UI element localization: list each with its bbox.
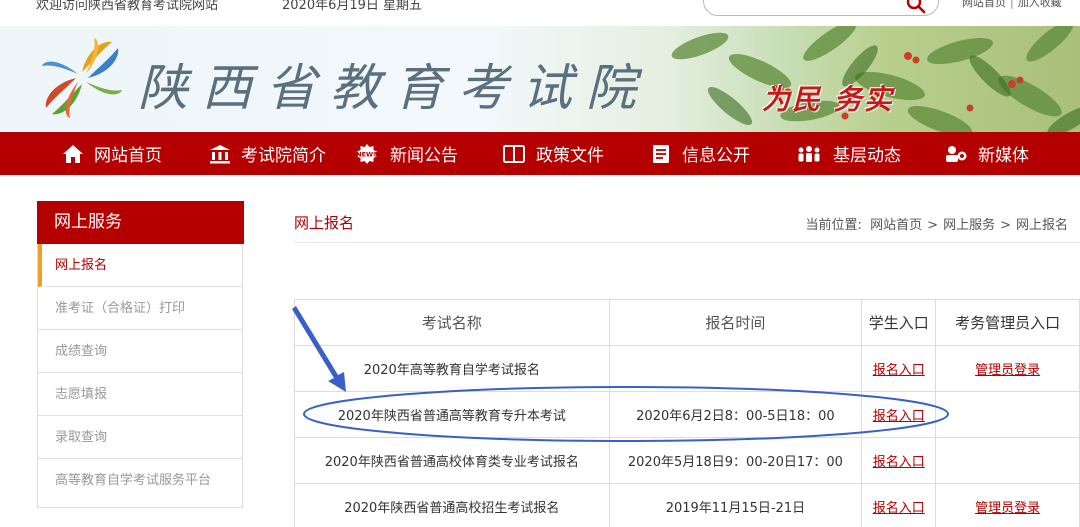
breadcrumb-item-home[interactable]: 网站首页 [870,218,922,233]
top-links: 网站首页 | 加入收藏 [962,0,1062,10]
home-icon [63,144,83,163]
student-entry-link[interactable]: 报名入口 [873,409,925,424]
sidebar-item-application[interactable]: 志愿填报 [38,373,242,416]
breadcrumb-arrow: > [1000,218,1011,233]
nav-item-about[interactable]: 考试院简介 [209,132,326,175]
table-row: 2020年陕西省普通高校体育类专业考试报名 2020年5月18日9：00-20日… [294,437,1080,484]
sidebar-title: 网上服务 [37,201,244,244]
institution-icon [210,144,230,163]
date-text: 2020年6月19日 星期五 [282,0,423,13]
nav-item-disclosure[interactable]: 信息公开 [650,132,750,175]
header-exam-name: 考试名称 [294,299,610,346]
admin-entry-cell: 管理员登录 [935,483,1080,527]
registration-time-cell: 2020年6月2日8：00-5日18：00 [608,391,863,438]
title-divider [294,242,1080,243]
nav-item-policy[interactable]: 政策文件 [502,132,604,175]
slogan: 为民 务实 [762,83,894,116]
logo-icon [42,38,122,118]
sidebar-item-online-registration[interactable]: 网上报名 [38,244,242,287]
header-registration-time: 报名时间 [608,299,863,346]
sidebar-item-score-query[interactable]: 成绩查询 [38,330,242,373]
admin-entry-cell [935,437,1080,484]
book-icon [503,144,525,163]
nav-item-label: 考试院简介 [241,146,326,166]
registration-table: 考试名称 报名时间 学生入口 考务管理员入口 2020年高等教育自学考试报名 报… [294,299,1080,527]
breadcrumb-item-current: 网上报名 [1015,218,1068,233]
exam-name-cell: 2020年高等教育自学考试报名 [294,345,610,392]
sidebar-item-admission-query[interactable]: 录取查询 [38,416,242,459]
nav-item-label: 新媒体 [978,146,1029,166]
breadcrumb-arrow: > [927,218,939,233]
breadcrumb-prefix: 当前位置: [805,218,862,233]
nav-item-label: 新闻公告 [390,146,458,166]
search-box[interactable] [703,0,939,16]
header-admin-entry: 考务管理员入口 [935,299,1080,346]
nav-item-label: 网站首页 [94,146,162,166]
exam-name-cell: 2020年陕西省普通高校招生考试报名 [294,483,610,527]
news-icon: NEWS [356,143,378,164]
admin-login-link[interactable]: 管理员登录 [975,363,1040,378]
top-bar: 欢迎访问陕西省教育考试院网站 2020年6月19日 星期五 网站首页 | 加入收藏 [0,0,1080,26]
breadcrumb-item-services[interactable]: 网上服务 [943,218,995,233]
people-icon [798,145,820,162]
svg-text:NEWS: NEWS [356,150,378,158]
admin-login-link[interactable]: 管理员登录 [975,501,1040,516]
add-favorite-link[interactable]: 加入收藏 [1018,0,1062,9]
registration-time-cell: 2019年11月15日-21日 [608,483,863,527]
table-row: 2020年高等教育自学考试报名 报名入口 管理员登录 [294,345,1080,392]
nav-item-media[interactable]: 新媒体 [944,132,1029,175]
header-student-entry: 学生入口 [861,299,937,346]
search-input[interactable] [716,0,896,11]
student-entry-cell: 报名入口 [861,345,937,392]
media-icon [946,145,967,162]
breadcrumb: 当前位置: 网站首页 > 网上服务 > 网上报名 [805,214,1068,233]
nav-item-label: 信息公开 [682,146,750,166]
document-icon [653,144,669,163]
registration-time-cell: 2020年5月18日9：00-20日17：00 [608,437,863,484]
site-name: 陕西省教育考试院 [138,59,650,117]
admin-entry-cell: 管理员登录 [935,345,1080,392]
site-banner: 陕西省教育考试院 为民 务实 [0,26,1080,132]
nav-item-dynamics[interactable]: 基层动态 [795,132,901,175]
link-separator: | [1010,0,1014,9]
welcome-text: 欢迎访问陕西省教育考试院网站 [36,0,219,13]
sidebar-item-admission-ticket[interactable]: 准考证（合格证）打印 [38,287,242,330]
student-entry-cell: 报名入口 [861,391,937,438]
student-entry-link[interactable]: 报名入口 [873,363,925,378]
nav-item-label: 政策文件 [536,146,604,166]
registration-time-cell [608,345,863,392]
sidebar-item-self-study-platform[interactable]: 高等教育自学考试服务平台 [38,459,242,502]
nav-item-news[interactable]: NEWS 新闻公告 [354,132,458,175]
search-icon[interactable] [906,0,926,14]
page-title: 网上报名 [294,214,355,232]
main-nav: 网站首页 考试院简介 NEWS 新闻公告 政策文件 信息公开 基层动态 新媒体 [0,132,1080,175]
exam-name-cell: 2020年陕西省普通高等教育专升本考试 [294,391,610,438]
table-row: 2020年陕西省普通高校招生考试报名 2019年11月15日-21日 报名入口 … [294,483,1080,527]
student-entry-cell: 报名入口 [861,483,937,527]
student-entry-cell: 报名入口 [861,437,937,484]
exam-name-cell: 2020年陕西省普通高校体育类专业考试报名 [294,437,610,484]
table-header-row: 考试名称 报名时间 学生入口 考务管理员入口 [294,299,1080,346]
student-entry-link[interactable]: 报名入口 [873,501,925,516]
admin-entry-cell [935,391,1080,438]
nav-item-home[interactable]: 网站首页 [62,132,162,175]
home-link[interactable]: 网站首页 [962,0,1006,9]
table-row: 2020年陕西省普通高等教育专升本考试 2020年6月2日8：00-5日18：0… [294,391,1080,438]
sidebar: 网上服务 网上报名 准考证（合格证）打印 成绩查询 志愿填报 录取查询 高等教育… [37,201,244,508]
student-entry-link[interactable]: 报名入口 [873,455,925,470]
nav-item-label: 基层动态 [833,146,901,166]
